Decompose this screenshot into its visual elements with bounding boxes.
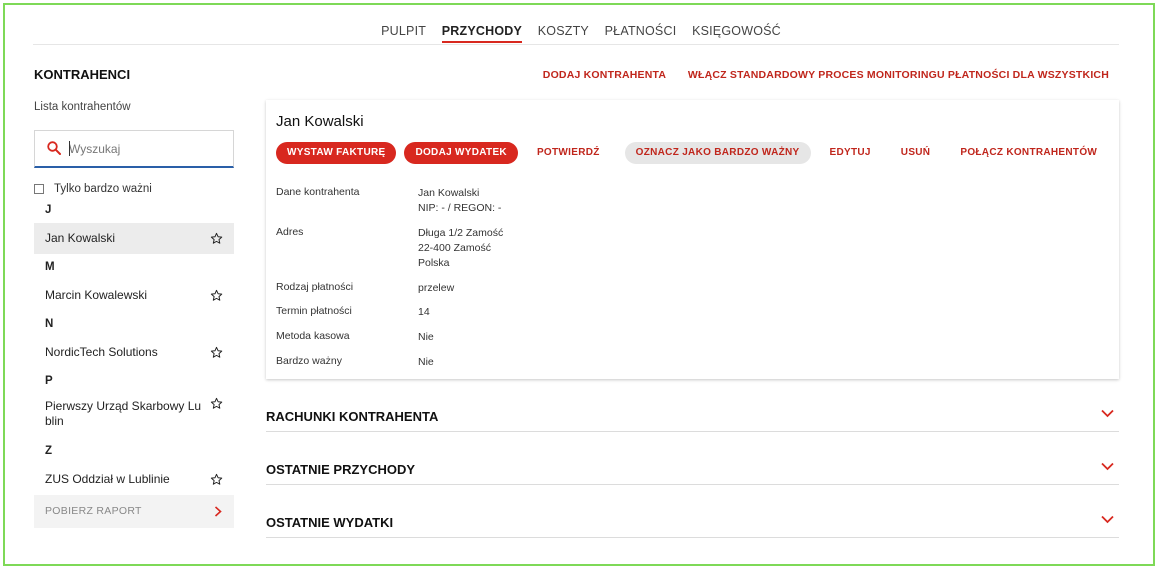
- info-value: 14: [418, 306, 430, 318]
- search-icon: [47, 141, 61, 155]
- section-title: OSTATNIE PRZYCHODY: [266, 462, 416, 477]
- issue-invoice-button[interactable]: WYSTAW FAKTURĘ: [276, 142, 397, 164]
- info-value: Długa 1/2 Zamość 22-400 Zamość Polska: [418, 226, 503, 281]
- text-cursor: [69, 141, 70, 156]
- group-letter: Z: [45, 445, 53, 457]
- info-row: Rodzaj płatności przelew: [276, 281, 503, 305]
- star-icon[interactable]: [210, 473, 223, 486]
- section-title: OSTATNIE WYDATKI: [266, 515, 394, 530]
- chevron-down-icon: [1101, 515, 1114, 524]
- download-report-label: POBIERZ RAPORT: [45, 505, 142, 517]
- only-important-label: Tylko bardzo ważni: [54, 183, 152, 195]
- info-line: Polska: [418, 257, 450, 269]
- group-letter: P: [45, 375, 53, 387]
- nav-divider: [33, 44, 1119, 45]
- star-icon[interactable]: [210, 232, 223, 245]
- top-actions: DODAJ KONTRAHENTA WŁĄCZ STANDARDOWY PROC…: [524, 69, 1109, 81]
- info-value: Nie: [418, 356, 434, 368]
- tab-koszty[interactable]: KOSZTY: [538, 24, 589, 41]
- star-icon[interactable]: [210, 289, 223, 302]
- info-row: Bardzo ważny Nie: [276, 355, 503, 375]
- group-letter: J: [45, 204, 52, 216]
- group-letter: N: [45, 318, 54, 330]
- chevron-right-icon: [214, 506, 222, 517]
- page-title: KONTRAHENCI: [34, 67, 131, 82]
- info-line: Jan Kowalski: [418, 187, 480, 199]
- merge-contractors-button[interactable]: POŁĄCZ KONTRAHENTÓW: [949, 142, 1108, 164]
- info-label: Metoda kasowa: [276, 330, 350, 342]
- contractor-name: NordicTech Solutions: [45, 345, 158, 359]
- recent-expenses-section[interactable]: OSTATNIE WYDATKI: [266, 507, 1119, 538]
- info-row: Adres Długa 1/2 Zamość 22-400 Zamość Pol…: [276, 226, 503, 281]
- contractor-name: Pierwszy Urząd Skarbowy Lublin: [45, 399, 202, 428]
- star-icon[interactable]: [210, 397, 223, 410]
- info-line: 22-400 Zamość: [418, 242, 491, 254]
- confirm-button[interactable]: POTWIERDŹ: [526, 142, 611, 164]
- contractor-detail-card: Jan Kowalski WYSTAW FAKTURĘ DODAJ WYDATE…: [266, 100, 1119, 379]
- section-title: RACHUNKI KONTRAHENTA: [266, 409, 439, 424]
- chevron-down-icon: [1101, 409, 1114, 418]
- contractor-list: J Jan Kowalski M Marcin Kowalewski N Nor…: [34, 197, 234, 528]
- add-contractor-button[interactable]: DODAJ KONTRAHENTA: [543, 69, 666, 81]
- only-important-checkbox[interactable]: [34, 184, 44, 194]
- list-item[interactable]: NordicTech Solutions: [34, 337, 234, 368]
- tab-platnosci[interactable]: PŁATNOŚCI: [605, 24, 677, 41]
- main-nav: PULPIT PRZYCHODY KOSZTY PŁATNOŚCI KSIĘGO…: [0, 24, 1162, 43]
- accounts-section[interactable]: RACHUNKI KONTRAHENTA: [266, 401, 1119, 432]
- info-label: Dane kontrahenta: [276, 186, 360, 198]
- list-item[interactable]: Pierwszy Urząd Skarbowy Lublin: [34, 394, 234, 438]
- contractor-name: ZUS Oddział w Lublinie: [45, 472, 170, 486]
- enable-monitoring-button[interactable]: WŁĄCZ STANDARDOWY PROCES MONITORINGU PŁA…: [688, 69, 1109, 81]
- info-value: przelew: [418, 282, 455, 294]
- info-value: Jan Kowalski NIP: - / REGON: -: [418, 186, 501, 226]
- info-line: Długa 1/2 Zamość: [418, 227, 504, 239]
- info-line: NIP: - / REGON: -: [418, 202, 502, 214]
- info-label: Termin płatności: [276, 305, 352, 317]
- contractor-name: Marcin Kowalewski: [45, 288, 148, 302]
- info-label: Rodzaj płatności: [276, 281, 354, 293]
- info-label: Adres: [276, 226, 304, 238]
- info-row: Termin płatności 14: [276, 305, 503, 330]
- contractor-name: Jan Kowalski: [45, 231, 116, 245]
- list-item[interactable]: Jan Kowalski: [34, 223, 234, 254]
- add-expense-button[interactable]: DODAJ WYDATEK: [404, 142, 518, 164]
- info-label: Bardzo ważny: [276, 355, 342, 367]
- chevron-down-icon: [1101, 462, 1114, 471]
- search-box[interactable]: [34, 130, 234, 168]
- info-row: Dane kontrahenta Jan Kowalski NIP: - / R…: [276, 186, 503, 226]
- group-letter: M: [45, 261, 55, 273]
- tab-ksiegowosc[interactable]: KSIĘGOWOŚĆ: [692, 24, 781, 41]
- tab-przychody[interactable]: PRZYCHODY: [441, 24, 523, 43]
- tab-pulpit[interactable]: PULPIT: [381, 24, 426, 41]
- mark-important-button[interactable]: OZNACZ JAKO BARDZO WAŻNY: [624, 142, 811, 164]
- contractor-info: Dane kontrahenta Jan Kowalski NIP: - / R…: [276, 186, 503, 375]
- contractor-title: Jan Kowalski: [276, 113, 364, 130]
- info-value: Nie: [418, 331, 434, 343]
- contractor-actions: WYSTAW FAKTURĘ DODAJ WYDATEK POTWIERDŹ O…: [276, 142, 1116, 164]
- star-icon[interactable]: [210, 346, 223, 359]
- only-important-filter[interactable]: Tylko bardzo ważni: [34, 183, 152, 195]
- list-item[interactable]: Marcin Kowalewski: [34, 280, 234, 311]
- edit-button[interactable]: EDYTUJ: [819, 142, 882, 164]
- download-report-button[interactable]: POBIERZ RAPORT: [34, 495, 234, 528]
- delete-button[interactable]: USUŃ: [890, 142, 942, 164]
- list-item[interactable]: ZUS Oddział w Lublinie: [34, 464, 234, 495]
- recent-revenues-section[interactable]: OSTATNIE PRZYCHODY: [266, 454, 1119, 485]
- info-row: Metoda kasowa Nie: [276, 330, 503, 355]
- list-label: Lista kontrahentów: [34, 101, 131, 113]
- search-input[interactable]: [69, 140, 219, 158]
